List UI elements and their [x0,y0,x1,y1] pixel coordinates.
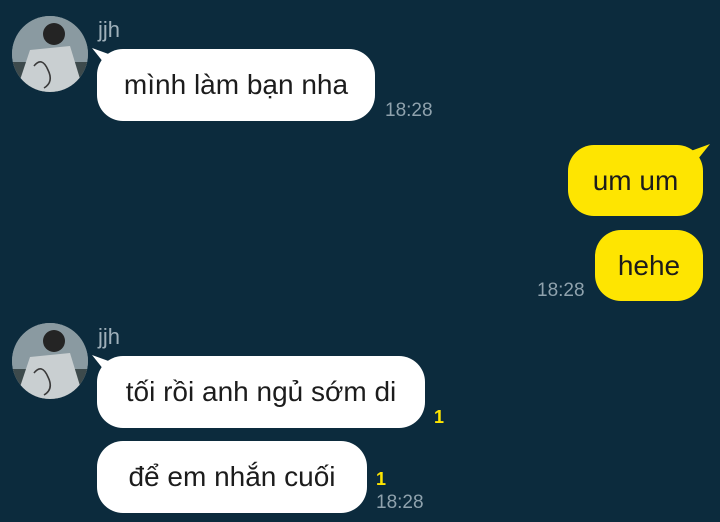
message-text: um um [592,164,679,196]
avatar[interactable] [12,323,88,399]
message-bubble[interactable]: um um [568,145,703,216]
unread-count: 1 [434,407,445,427]
message-time: 18:28 [385,100,433,121]
message-bubble[interactable]: mình làm bạn nha [97,49,375,121]
profile-photo-icon [12,16,88,92]
sender-name: jjh [98,324,121,349]
message-text: hehe [617,249,681,281]
message-text: mình làm bạn nha [123,69,349,100]
message-text: để em nhắn cuối [128,461,336,492]
message-bubble[interactable]: tối rồi anh ngủ sớm di [97,356,425,428]
message-text: tối rồi anh ngủ sớm di [125,376,397,407]
avatar[interactable] [12,16,88,92]
message-bubble[interactable]: để em nhắn cuối [97,441,367,513]
sender-name: jjh [98,17,121,42]
unread-count: 1 [376,469,387,489]
message-bubble[interactable]: hehe [595,230,703,301]
profile-photo-icon [12,323,88,399]
message-time: 18:28 [376,492,424,513]
message-time: 18:28 [537,280,585,301]
